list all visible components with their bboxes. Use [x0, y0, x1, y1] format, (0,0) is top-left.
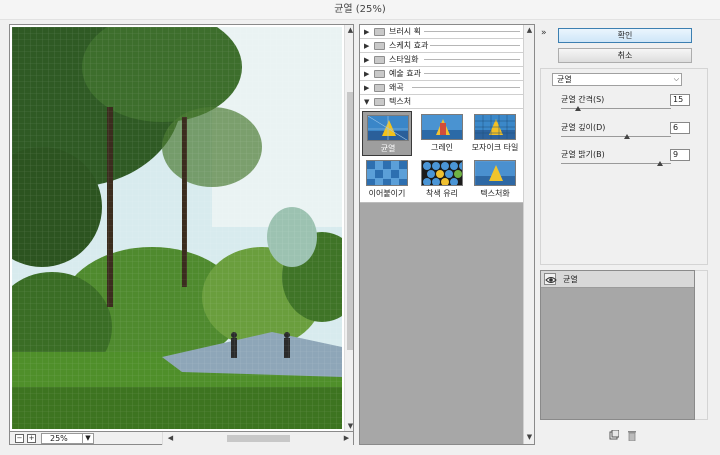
category-texture[interactable]: ▼ 텍스처	[360, 95, 523, 109]
scroll-up-icon[interactable]: ▲	[524, 25, 535, 36]
new-effect-layer-icon[interactable]	[609, 429, 620, 440]
scroll-left-icon[interactable]: ◀	[165, 432, 176, 444]
ok-button[interactable]: 확인	[558, 28, 692, 43]
gallery-scrollbar[interactable]: ▲ ▼	[523, 25, 534, 444]
slider-track[interactable]	[561, 163, 671, 164]
expand-arrow-icon[interactable]: ▶	[364, 67, 369, 81]
filter-thumb-label: 텍스처화	[480, 189, 510, 198]
preview-image	[12, 27, 342, 429]
folder-icon	[374, 42, 385, 50]
scroll-down-icon[interactable]: ▼	[345, 421, 353, 431]
folder-open-icon	[374, 98, 385, 106]
param-label: 균열 밝기(B)	[561, 150, 605, 159]
filter-thumb-label: 이어붙이기	[368, 189, 406, 198]
slider-knob[interactable]	[624, 134, 630, 139]
param-crack-brightness: 균열 밝기(B) 9	[561, 149, 696, 173]
param-label: 균열 깊이(D)	[561, 123, 606, 132]
divider	[412, 87, 520, 88]
collapse-arrow-icon[interactable]: ▼	[364, 95, 369, 109]
zoom-input[interactable]: 25%	[41, 433, 83, 444]
category-label: 텍스처	[389, 97, 412, 106]
filter-thumb-label: 그레인	[430, 143, 454, 152]
filter-thumb-label: 모자이크 타일	[471, 143, 519, 152]
expand-arrow-icon[interactable]: ▶	[364, 81, 369, 95]
expand-arrow-icon[interactable]: ▶	[364, 25, 369, 39]
trash-icon[interactable]	[627, 430, 637, 442]
scroll-up-icon[interactable]: ▲	[345, 25, 353, 36]
slider-knob[interactable]	[657, 161, 663, 166]
folder-icon	[374, 84, 385, 92]
filter-category-list: ▶ 브러시 획 ▶ 스케치 효과 ▶ 스타일화 ▶ 예술 효과 ▶ 왜곡 ▼ 텍…	[360, 25, 523, 203]
param-label: 균열 간격(S)	[561, 95, 605, 104]
preview-vertical-scrollbar[interactable]: ▲ ▼	[344, 25, 353, 431]
effect-layer-row[interactable]: 균열	[541, 271, 694, 288]
filter-thumb-craquelure[interactable]: 균열	[362, 111, 412, 156]
category-artistic[interactable]: ▶ 예술 효과	[360, 67, 523, 81]
preview-pane[interactable]: ▲ ▼	[9, 24, 354, 432]
layers-panel-edge	[695, 270, 708, 420]
zoom-in-button[interactable]: +	[27, 434, 36, 443]
stained-glass-thumbnail	[421, 160, 463, 186]
filter-thumb-texturizer[interactable]: 텍스처화	[470, 157, 520, 202]
effect-layer-name: 균열	[563, 275, 578, 284]
folder-icon	[374, 70, 385, 78]
eye-icon[interactable]	[544, 273, 557, 285]
category-brush-strokes[interactable]: ▶ 브러시 획	[360, 25, 523, 39]
filter-thumb-label: 균열	[380, 144, 396, 153]
expand-arrow-icon[interactable]: ▶	[364, 39, 369, 53]
filter-thumb-label: 착색 유리	[426, 189, 458, 198]
category-label: 왜곡	[389, 83, 404, 92]
cancel-button[interactable]: 취소	[558, 48, 692, 63]
divider	[430, 45, 520, 46]
scroll-right-icon[interactable]: ▶	[341, 432, 352, 444]
crack-depth-input[interactable]: 6	[670, 122, 690, 134]
param-crack-spacing: 균열 간격(S) 15	[561, 94, 696, 118]
effect-layers-panel: 균열	[540, 270, 695, 420]
category-label: 예술 효과	[389, 69, 421, 78]
slider-knob[interactable]	[574, 106, 581, 111]
filter-select[interactable]: 균열 ⌵	[552, 73, 682, 86]
collapse-gallery-icon[interactable]: »	[541, 28, 547, 38]
scroll-down-icon[interactable]: ▼	[524, 432, 535, 443]
category-label: 스타일화	[389, 55, 419, 64]
chevron-down-icon[interactable]: ▼	[83, 433, 94, 444]
craquelure-thumbnail	[367, 115, 409, 141]
scroll-thumb[interactable]	[227, 435, 290, 442]
param-crack-depth: 균열 깊이(D) 6	[561, 122, 696, 146]
divider	[424, 31, 520, 32]
patchwork-thumbnail	[366, 160, 408, 186]
category-label: 스케치 효과	[389, 41, 429, 50]
category-distort[interactable]: ▶ 왜곡	[360, 81, 523, 95]
filter-select-value: 균열	[557, 75, 572, 84]
filter-thumb-stained-glass[interactable]: 착색 유리	[417, 157, 467, 202]
filter-settings-panel: 균열 ⌵ 균열 간격(S) 15 균열 깊이(D) 6 균열 밝기(B) 9	[540, 68, 708, 265]
expand-arrow-icon[interactable]: ▶	[364, 53, 369, 67]
folder-icon	[374, 56, 385, 64]
divider	[424, 59, 520, 60]
texture-filter-thumbnails: 균열 그레인 모자이크 타일 이어붙이기 착색 유리 텍스처화	[360, 109, 523, 203]
divider	[424, 73, 520, 74]
chevron-down-icon: ⌵	[673, 75, 679, 83]
category-label: 브러시 획	[389, 27, 421, 36]
filter-gallery: ▶ 브러시 획 ▶ 스케치 효과 ▶ 스타일화 ▶ 예술 효과 ▶ 왜곡 ▼ 텍…	[359, 24, 535, 445]
filter-thumb-patchwork[interactable]: 이어붙이기	[362, 157, 412, 202]
scroll-thumb[interactable]	[347, 92, 353, 350]
folder-icon	[374, 28, 385, 36]
window-title: 균열 (25%)	[0, 0, 720, 20]
slider-track[interactable]	[561, 136, 671, 137]
category-stylize[interactable]: ▶ 스타일화	[360, 53, 523, 67]
filter-thumb-grain[interactable]: 그레인	[417, 111, 467, 156]
grain-thumbnail	[421, 114, 463, 140]
preview-statusbar: − + 25% ▼ ◀ ▶	[9, 432, 354, 445]
filter-thumb-mosaic-tiles[interactable]: 모자이크 타일	[470, 111, 520, 156]
mosaic-tiles-thumbnail	[474, 114, 516, 140]
zoom-out-button[interactable]: −	[15, 434, 24, 443]
crack-brightness-input[interactable]: 9	[670, 149, 690, 161]
crack-spacing-input[interactable]: 15	[670, 94, 690, 106]
texturizer-thumbnail	[474, 160, 516, 186]
preview-horizontal-scrollbar[interactable]: ◀ ▶	[162, 432, 353, 445]
category-sketch[interactable]: ▶ 스케치 효과	[360, 39, 523, 53]
